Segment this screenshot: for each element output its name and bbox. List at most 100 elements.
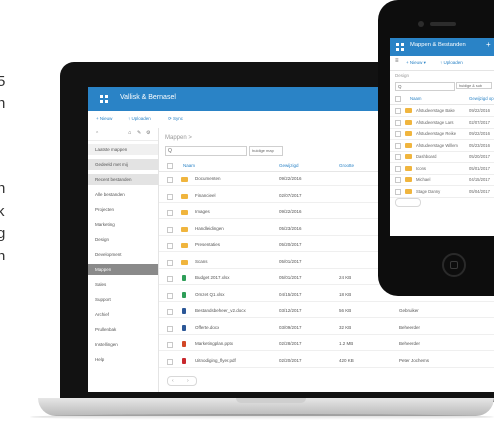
column-modified[interactable]: Gewijzigd — [279, 163, 299, 168]
list-item[interactable]: Afstudeerstage Reike 09/22/2016 — [390, 128, 494, 140]
row-checkbox[interactable] — [395, 188, 401, 195]
file-name[interactable]: Marketingplan.pptx — [195, 338, 233, 350]
sidebar-item[interactable]: Marketing — [88, 219, 158, 230]
app-title: Vallisk & Bernasel — [120, 94, 176, 101]
list-item[interactable]: Afstudeerstage Lars 02/07/2017 — [390, 117, 494, 129]
column-modified[interactable]: Gewijzigd op — [469, 96, 494, 101]
row-checkbox[interactable] — [167, 342, 173, 348]
column-size[interactable]: Grootte — [339, 163, 354, 168]
row-checkbox[interactable] — [167, 309, 173, 315]
sidebar-item[interactable]: Mappen — [88, 264, 158, 275]
file-name[interactable]: Images — [195, 206, 210, 218]
file-name[interactable]: Presentaties — [195, 239, 220, 251]
list-item[interactable]: Afstudeerstage Willem 05/23/2016 — [390, 140, 494, 152]
row-checkbox[interactable] — [395, 131, 401, 137]
sync-button[interactable]: ⟳ Sync — [168, 116, 183, 122]
file-name[interactable]: Offerte.docx — [195, 322, 219, 334]
file-name[interactable]: Financieel — [195, 190, 216, 202]
folder-name[interactable]: Michael — [416, 174, 466, 185]
file-name[interactable]: Omzet Q1.xlsx — [195, 289, 225, 301]
menu-icon[interactable]: ≡ — [395, 58, 399, 64]
phone-search-input[interactable]: Q — [395, 82, 455, 91]
list-item[interactable]: Stage Danny 05/04/2017 — [390, 186, 494, 198]
row-checkbox[interactable] — [395, 165, 401, 172]
row-checkbox[interactable] — [167, 177, 173, 183]
file-name[interactable]: Documenten — [195, 173, 221, 185]
table-row[interactable]: Uitnodiging_flyer.pdf 02/20/2017 420 KB Pet… — [159, 355, 494, 368]
file-modified: 02/07/2017 — [279, 192, 302, 198]
chevron-up-icon[interactable]: ⌃ — [95, 131, 99, 137]
chevron-right-icon[interactable]: › — [187, 377, 189, 385]
row-checkbox[interactable] — [167, 259, 173, 266]
chevron-left-icon[interactable]: ‹ — [172, 377, 174, 385]
folder-name[interactable]: Afstudeerstage Reike — [416, 128, 466, 139]
select-all-checkbox[interactable] — [395, 96, 401, 102]
row-checkbox[interactable] — [167, 243, 173, 249]
sidebar-item[interactable]: Support — [88, 294, 158, 305]
new-button[interactable]: + Nieuw — [96, 116, 112, 121]
row-checkbox[interactable] — [395, 177, 401, 183]
row-checkbox[interactable] — [167, 226, 173, 233]
phone-upload-button[interactable]: ↑ Uploaden — [440, 60, 463, 65]
sidebar-item[interactable]: Design — [88, 234, 158, 245]
phone-search-scope[interactable]: huidige & sub — [456, 82, 492, 89]
list-item[interactable]: Dashboard 05/20/2017 — [390, 151, 494, 163]
column-name[interactable]: Naam — [410, 96, 421, 101]
file-name[interactable]: Uitnodiging_flyer.pdf — [195, 355, 236, 367]
folder-name[interactable]: Stage Danny — [416, 186, 466, 197]
file-name[interactable]: Bestandsbeheer_v2.docx — [195, 305, 246, 317]
sidebar-item[interactable]: Development — [88, 249, 158, 260]
search-scope-select[interactable]: huidige map — [249, 146, 283, 156]
table-row[interactable]: Offerte.docx 03/09/2017 32 KB Beheerder — [159, 322, 494, 335]
phone-new-button[interactable]: + Nieuw ▾ — [406, 60, 426, 66]
list-item[interactable]: Afstudeerstage Bake 09/22/2016 — [390, 105, 494, 117]
sidebar-item[interactable]: Instellingen — [88, 339, 158, 350]
sidebar-item[interactable]: Sales — [88, 279, 158, 290]
sidebar-item[interactable]: Projecten — [88, 204, 158, 215]
sidebar-item[interactable]: Laatste mappen — [88, 144, 158, 155]
folder-name[interactable]: Afstudeerstage Bake — [416, 105, 466, 116]
folder-name[interactable]: Icons — [416, 163, 466, 174]
table-row[interactable]: Marketingplan.pptx 02/28/2017 1.2 MB Beheer… — [159, 338, 494, 351]
row-checkbox[interactable] — [395, 119, 401, 126]
sidebar-item[interactable]: Archief — [88, 309, 158, 320]
row-checkbox[interactable] — [167, 193, 173, 200]
row-checkbox[interactable] — [395, 108, 401, 114]
file-name[interactable]: Handleidingen — [195, 223, 224, 235]
file-name[interactable]: Budget 2017.xlsx — [195, 272, 230, 284]
folder-name[interactable]: Afstudeerstage Willem — [416, 140, 466, 151]
pin-icon[interactable]: ✎ — [137, 130, 141, 136]
row-checkbox[interactable] — [395, 154, 401, 160]
row-checkbox[interactable] — [395, 142, 401, 149]
file-name[interactable]: Scans — [195, 256, 208, 268]
sidebar-item[interactable]: Alle bestanden — [88, 189, 158, 200]
sidebar-item[interactable]: Help — [88, 354, 158, 365]
add-icon[interactable]: + — [486, 40, 491, 49]
row-checkbox[interactable] — [167, 325, 173, 332]
breadcrumb[interactable]: Mappen > — [165, 135, 192, 141]
row-checkbox[interactable] — [167, 358, 173, 365]
sidebar-item[interactable]: Gedeeld met mij — [88, 159, 158, 170]
table-row[interactable]: Bestandsbeheer_v2.docx 03/12/2017 56 KB Geb… — [159, 305, 494, 318]
settings-icon[interactable]: ⚙ — [146, 130, 150, 136]
list-item[interactable]: Michael 04/15/2017 — [390, 174, 494, 186]
folder-name[interactable]: Afstudeerstage Lars — [416, 117, 466, 128]
app-grid-icon[interactable] — [396, 43, 404, 51]
row-checkbox[interactable] — [167, 276, 173, 282]
app-grid-icon[interactable] — [100, 95, 108, 103]
row-checkbox[interactable] — [167, 210, 173, 216]
pagination[interactable]: ‹ › — [167, 376, 197, 386]
phone-breadcrumb[interactable]: Design — [395, 73, 409, 78]
upload-button[interactable]: ↑ Uploaden — [128, 116, 151, 121]
search-input[interactable]: Q — [165, 146, 247, 156]
phone-pagination[interactable] — [395, 198, 421, 207]
sidebar-item[interactable]: Recent bestanden — [88, 174, 158, 185]
home-icon[interactable]: ⌂ — [128, 130, 131, 136]
select-all-checkbox[interactable] — [167, 163, 173, 169]
copy-line: g — [0, 225, 6, 242]
list-item[interactable]: Icons 05/01/2017 — [390, 163, 494, 175]
row-checkbox[interactable] — [167, 292, 173, 299]
sidebar-item[interactable]: Prullenbak — [88, 324, 158, 335]
column-name[interactable]: Naam — [183, 163, 195, 168]
folder-name[interactable]: Dashboard — [416, 151, 466, 162]
